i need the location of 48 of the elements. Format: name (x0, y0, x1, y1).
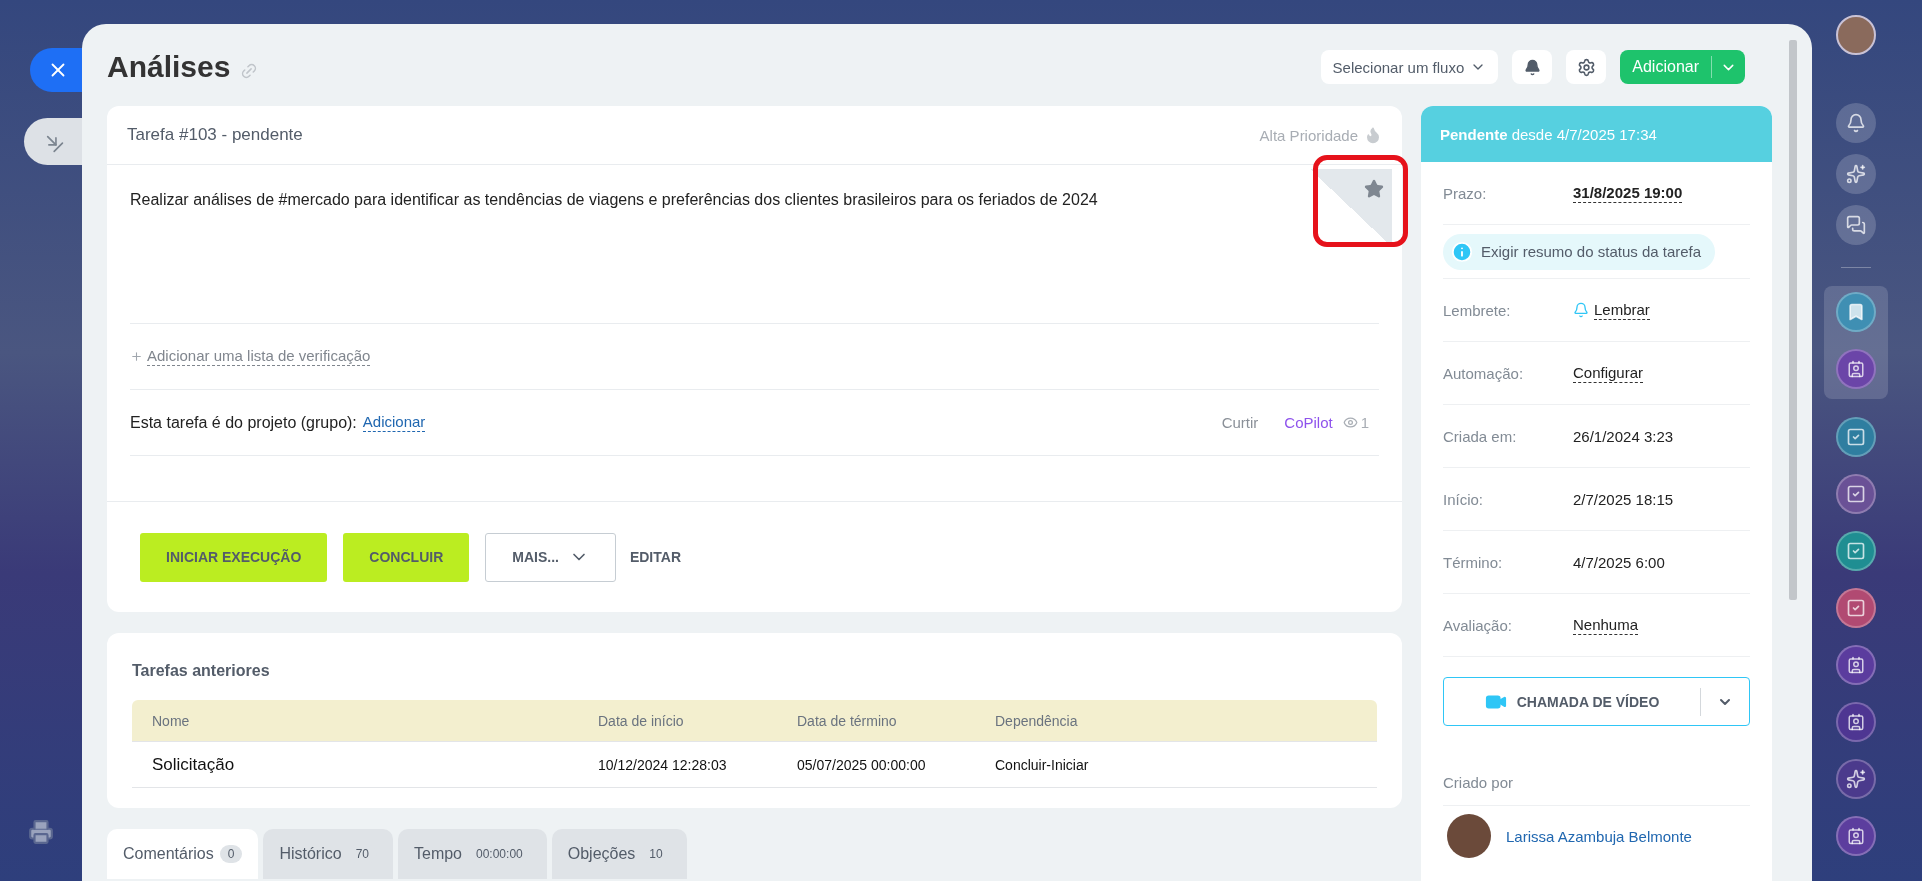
like-link[interactable]: Curtir (1221, 414, 1259, 431)
task-description: Realizar análises de #mercado para identificar as tendências de viagens e preferências dos clientes brasileiros para os feriados de 2024 (130, 191, 1099, 209)
field-link[interactable]: Nenhuma (1573, 615, 1639, 635)
page-title: Análises (107, 50, 231, 84)
view-count: 1 (1360, 414, 1369, 431)
reminder-link[interactable]: Lembrar (1594, 300, 1650, 320)
notice-text: Exigir resumo do status da tarefa (1481, 243, 1702, 260)
field-label: Término: (1443, 553, 1504, 571)
field-label: Criada em: (1443, 427, 1518, 445)
column-header: Nome (152, 712, 191, 729)
project-label: Esta tarefa é do projeto (grupo): (130, 413, 357, 432)
field-label: Início: (1443, 490, 1485, 508)
creator-name[interactable]: Larissa Azambuja Belmonte (1506, 827, 1692, 845)
column-header: Data de início (598, 712, 685, 729)
action-button[interactable]: EDITAR (625, 532, 685, 582)
field-link[interactable]: Configurar (1573, 363, 1644, 383)
deadline-value[interactable]: 31/8/2025 19:00 (1573, 183, 1683, 203)
section-title: Tarefas anteriores (131, 661, 271, 681)
table-cell-text: 05/07/2025 00:00:00 (797, 756, 927, 773)
tab[interactable]: Comentários 0 (107, 829, 259, 879)
field-value: 2/7/2025 18:15 (1573, 490, 1674, 508)
column-header: Data de término (797, 712, 898, 729)
field-value: 26/1/2024 3:23 (1573, 427, 1674, 445)
add-checklist-link[interactable]: Adicionar uma lista de verificação (147, 347, 371, 366)
priority-label: Alta Prioridade (1259, 126, 1358, 144)
flow-select[interactable]: Selecionar um fluxo (1320, 50, 1499, 84)
tab[interactable]: Tempo 00:00:00 (398, 829, 547, 879)
copilot-link[interactable]: CoPilot (1284, 414, 1333, 431)
tab[interactable]: Objeções 10 (551, 829, 687, 879)
table-cell-text: 10/12/2024 12:28:03 (598, 756, 728, 773)
field-label: Avaliação: (1443, 616, 1513, 634)
column-header: Dependência (995, 712, 1079, 729)
action-button[interactable]: INICIAR EXECUÇÃO (140, 532, 328, 582)
video-call-button[interactable]: CHAMADA DE VÍDEO (1443, 677, 1750, 726)
status-summary-notice[interactable]: Exigir resumo do status da tarefa (1443, 233, 1716, 270)
creator-label: Criado por (1443, 774, 1750, 806)
action-button[interactable]: MAIS... (485, 532, 616, 582)
table-cell-text: Concluir-Iniciar (995, 756, 1090, 773)
field-value: 4/7/2025 6:00 (1573, 553, 1665, 571)
add-project-link[interactable]: Adicionar (362, 413, 426, 432)
field-label: Prazo: (1443, 184, 1488, 202)
action-button[interactable]: CONCLUIR (343, 532, 470, 582)
task-header: Tarefa #103 - pendente (127, 125, 303, 145)
table-cell[interactable]: Solicitação (152, 754, 598, 775)
tab[interactable]: Histórico 70 (263, 829, 393, 879)
field-label: Lembrete: (1443, 301, 1512, 319)
field-label: Automação: (1443, 364, 1525, 382)
status-banner: Pendente desde 4/7/2025 17:34 (1421, 106, 1772, 162)
